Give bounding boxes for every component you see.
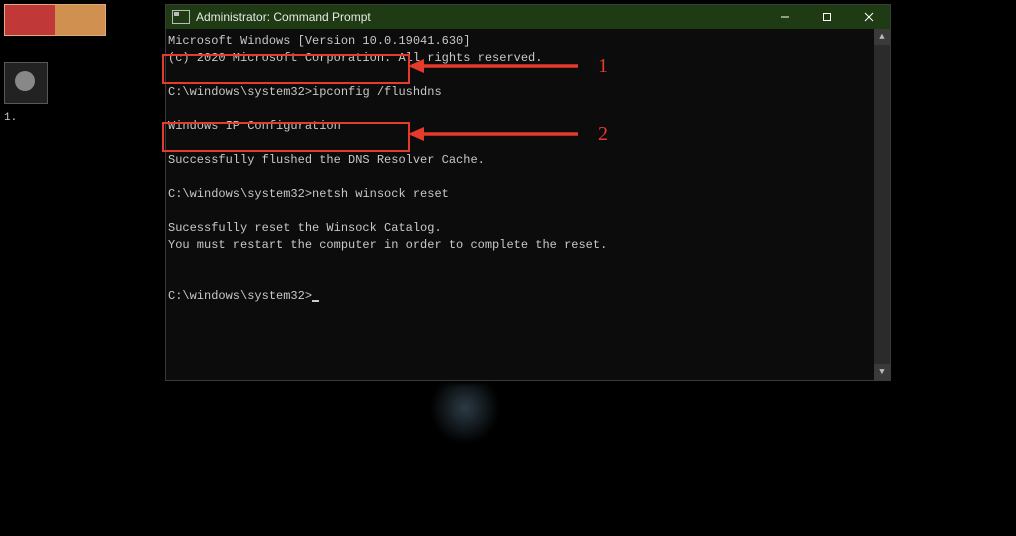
term-line: Microsoft Windows [Version 10.0.19041.63… (168, 34, 470, 48)
minimize-icon (780, 12, 790, 22)
maximize-icon (822, 12, 832, 22)
term-command-2: netsh winsock reset (312, 187, 449, 201)
term-line: You must restart the computer in order t… (168, 238, 607, 252)
term-line: Windows IP Configuration (168, 119, 341, 133)
desktop-thumbnail-1 (4, 4, 106, 36)
sidebar-marker: 1. (4, 112, 17, 124)
scrollbar[interactable]: ▲ ▼ (874, 29, 890, 380)
terminal-output[interactable]: Microsoft Windows [Version 10.0.19041.63… (166, 29, 874, 380)
annotation-number-1: 1 (598, 55, 608, 78)
close-button[interactable] (848, 5, 890, 29)
minimize-button[interactable] (764, 5, 806, 29)
term-line: Sucessfully reset the Winsock Catalog. (168, 221, 442, 235)
scroll-down-button[interactable]: ▼ (874, 364, 890, 380)
chevron-down-icon: ▼ (879, 367, 884, 377)
term-prompt-3: C:\windows\system32> (168, 289, 312, 303)
close-icon (864, 12, 874, 22)
term-line: (c) 2020 Microsoft Corporation. All righ… (168, 51, 542, 65)
term-prompt-1: C:\windows\system32> (168, 85, 312, 99)
desktop-thumbnail-2 (4, 62, 48, 104)
term-line: Successfully flushed the DNS Resolver Ca… (168, 153, 485, 167)
scroll-up-button[interactable]: ▲ (874, 29, 890, 45)
term-command-1: ipconfig /flushdns (312, 85, 442, 99)
cursor (312, 300, 319, 302)
maximize-button[interactable] (806, 5, 848, 29)
window-title: Administrator: Command Prompt (196, 10, 764, 24)
background-graphic (430, 384, 500, 444)
command-prompt-window: Administrator: Command Prompt Microsoft … (165, 4, 891, 381)
term-prompt-2: C:\windows\system32> (168, 187, 312, 201)
annotation-number-2: 2 (598, 123, 608, 146)
cmd-icon (172, 10, 190, 24)
chevron-up-icon: ▲ (879, 32, 884, 42)
titlebar[interactable]: Administrator: Command Prompt (166, 5, 890, 29)
